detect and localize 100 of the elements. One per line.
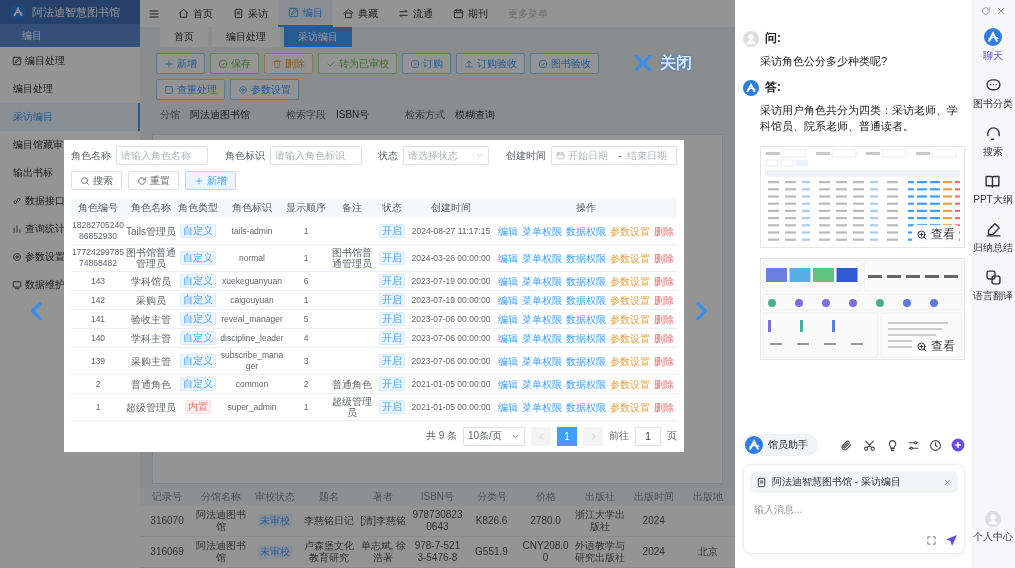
status-tag: 开启 bbox=[379, 377, 405, 391]
table-cell: 普通角色 bbox=[327, 374, 377, 394]
column-header: 价格 bbox=[518, 488, 573, 506]
table-cell: 1 bbox=[285, 218, 327, 245]
type-tag: 自定义 bbox=[180, 354, 216, 368]
table-cell: 2 bbox=[71, 374, 125, 394]
table-cell: 4 bbox=[285, 328, 327, 348]
table-cell: 浙江大学出版社 bbox=[572, 506, 627, 537]
table-cell: K826.6 bbox=[464, 506, 519, 537]
table-cell: 143 bbox=[71, 271, 125, 291]
status-tag: 开启 bbox=[379, 224, 405, 238]
sidebar-label: 数据维护 bbox=[25, 278, 65, 292]
jump-label: 前往 bbox=[609, 429, 629, 443]
table-cell: 6 bbox=[285, 271, 327, 291]
filter-label: 检索方式 bbox=[405, 109, 446, 120]
table-cell: 2023-07-06 00:00:00 bbox=[407, 309, 495, 329]
table-cell: 978-7-5213-5476-8 bbox=[410, 536, 465, 568]
table-cell: xuekeguanyuan bbox=[219, 271, 285, 291]
column-header: 状态 bbox=[377, 198, 407, 218]
table-cell: discipline_leader bbox=[219, 328, 285, 348]
status-tag: 开启 bbox=[379, 331, 405, 345]
table-cell: 2024-08-27 11:17:15 bbox=[407, 218, 495, 245]
type-tag: 自定义 bbox=[180, 331, 216, 345]
field-label: 创建时间 bbox=[505, 148, 546, 163]
status-tag: 开启 bbox=[379, 293, 405, 307]
table-cell: 3 bbox=[285, 347, 327, 375]
table-cell: 142 bbox=[71, 290, 125, 310]
table-cell: 超级管理员 bbox=[125, 393, 177, 421]
table-cell: 2021-01-05 00:00:00 bbox=[407, 393, 495, 421]
type-tag: 自定义 bbox=[180, 377, 216, 391]
filter-label: 分馆 bbox=[160, 109, 180, 120]
table-cell: caigouyuan bbox=[219, 290, 285, 310]
table-cell: 学科主管 bbox=[125, 328, 177, 348]
table-cell: 阿法迪图书馆 bbox=[194, 536, 249, 568]
table-cell: 1772429978574868482 bbox=[71, 244, 125, 272]
table-cell: 1 bbox=[285, 244, 327, 272]
page-unit: 页 bbox=[667, 429, 677, 443]
field-label: 角色名称 bbox=[71, 148, 111, 163]
table-cell: subscribe_manager bbox=[219, 347, 285, 375]
table-cell: tails-admin bbox=[219, 218, 285, 245]
table-cell: common bbox=[219, 374, 285, 394]
status-tag: 未审校 bbox=[258, 514, 293, 528]
table-cell: 2021-01-05 00:00:00 bbox=[407, 374, 495, 394]
table-cell: 316070 bbox=[140, 506, 195, 537]
type-tag: 自定义 bbox=[180, 312, 216, 326]
column-header: 出版地 bbox=[680, 488, 735, 506]
table-cell: [清]李慈铭 bbox=[356, 506, 411, 537]
table-cell: 图书馆普通管理员 bbox=[327, 244, 377, 272]
sidebar-label: 编目处理 bbox=[25, 54, 65, 68]
field-label: 角色标识 bbox=[224, 148, 265, 163]
status-tag: 开启 bbox=[379, 312, 405, 326]
table-cell: 阿法迪图书馆 bbox=[194, 506, 249, 537]
column-header: 备注 bbox=[327, 198, 377, 218]
table-cell: 1 bbox=[285, 290, 327, 310]
table-cell: super_admin bbox=[219, 393, 285, 421]
table-cell: 140 bbox=[71, 328, 125, 348]
table-cell: 9787308230643 bbox=[410, 506, 465, 537]
table-cell: 2023-07-06 00:00:00 bbox=[407, 347, 495, 375]
column-header: 显示顺序 bbox=[285, 198, 327, 218]
table-cell: reveal_manager bbox=[219, 309, 285, 329]
table-cell: Tails管理员 bbox=[125, 218, 177, 245]
assistant-name: 馆员助手 bbox=[768, 438, 808, 452]
table-cell: 1 bbox=[285, 393, 327, 421]
table-cell: 2024-03-26 00:00:00 bbox=[407, 244, 495, 272]
status-tag: 开启 bbox=[379, 354, 405, 368]
app-title: 阿法迪智慧图书馆 bbox=[32, 4, 120, 20]
table-cell: 普通角色 bbox=[125, 374, 177, 394]
table-cell: 5 bbox=[285, 309, 327, 329]
table-cell: 采购员 bbox=[125, 290, 177, 310]
status-tag: 开启 bbox=[379, 274, 405, 288]
status-tag: 未审校 bbox=[258, 545, 293, 559]
type-tag: 自定义 bbox=[180, 251, 216, 265]
table-cell: 2023-07-06 00:00:00 bbox=[407, 328, 495, 348]
status-tag: 开启 bbox=[379, 251, 405, 265]
table-cell: 2024 bbox=[626, 506, 681, 537]
table-cell: 2023-07-19 00:00:00 bbox=[407, 271, 495, 291]
table-cell: 1828270524086852930 bbox=[71, 218, 125, 245]
message-text: 采访用户角色共分为四类：采访老师、学科馆员、院系老师、普通读者。 bbox=[759, 103, 959, 134]
table-cell: 2 bbox=[285, 374, 327, 394]
status-tag: 开启 bbox=[379, 400, 405, 414]
field-label: 状态 bbox=[378, 148, 399, 163]
table-cell: 采购主管 bbox=[125, 347, 177, 375]
table-cell: 2024 bbox=[626, 536, 681, 568]
column-header: 出版社 bbox=[572, 488, 627, 506]
message-role: 答: bbox=[765, 79, 781, 96]
message-role: 问: bbox=[765, 30, 781, 47]
table-cell: 验收主管 bbox=[125, 309, 177, 329]
table-cell: 1 bbox=[71, 393, 125, 421]
table-cell: 卢森堡文化教育研究 bbox=[302, 536, 357, 568]
column-header: 创建时间 bbox=[407, 198, 495, 218]
table-cell: 图书馆普通管理员 bbox=[125, 244, 177, 272]
filter-label: 检索字段 bbox=[286, 109, 326, 120]
column-header: 角色类型 bbox=[177, 198, 219, 218]
table-cell: 139 bbox=[71, 347, 125, 375]
table-cell: CNY208.00 bbox=[518, 536, 573, 568]
table-cell: 李慈铭日记 bbox=[302, 506, 357, 537]
table-cell: normal bbox=[219, 244, 285, 272]
date-separator: - bbox=[617, 150, 623, 161]
table-cell: 外语教学与研究出版社 bbox=[572, 536, 627, 568]
table-cell: 超级管理员 bbox=[327, 393, 377, 421]
